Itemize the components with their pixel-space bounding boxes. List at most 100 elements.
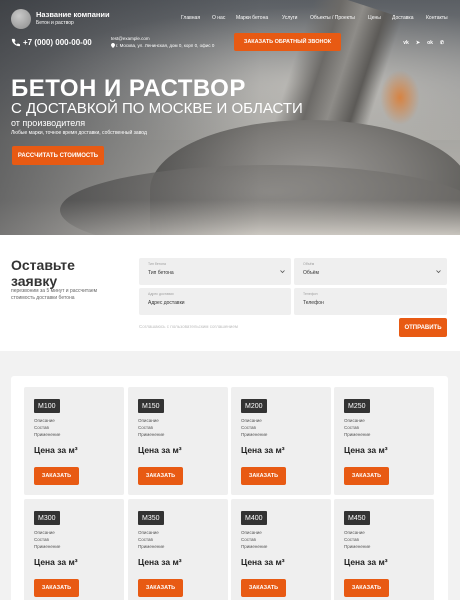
volume-select[interactable]: Объём Объём (294, 258, 447, 285)
phone-icon (11, 38, 20, 47)
card-application: Применение (34, 432, 61, 437)
card-composition: Состав (344, 537, 359, 542)
concrete-type-value: Тип бетона (148, 270, 174, 276)
card-price: Цена за м³ (138, 445, 182, 455)
card-composition: Состав (138, 537, 153, 542)
grade-badge: M150 (138, 399, 164, 413)
callback-button[interactable]: ЗАКАЗАТЬ ОБРАТНЫЙ ЗВОНОК (234, 33, 341, 51)
card-price: Цена за м³ (241, 557, 285, 567)
nav-about[interactable]: О нас (212, 15, 225, 21)
delivery-address-field[interactable]: Адрес доставки Адрес доставки (139, 288, 291, 315)
nav-prices[interactable]: Цены (368, 15, 381, 21)
product-card: M100 Описание Состав Применение Цена за … (24, 387, 124, 495)
nav-contacts[interactable]: Контакты (426, 15, 448, 21)
order-button[interactable]: ЗАКАЗАТЬ (34, 579, 79, 597)
card-description: Описание (34, 530, 55, 535)
concrete-type-select[interactable]: Тип бетона Тип бетона (139, 258, 291, 285)
card-composition: Состав (34, 425, 49, 430)
card-price: Цена за м³ (34, 445, 78, 455)
card-application: Применение (344, 544, 371, 549)
product-card: M150 Описание Состав Применение Цена за … (128, 387, 228, 495)
card-composition: Состав (34, 537, 49, 542)
card-description: Описание (344, 418, 365, 423)
order-button[interactable]: ЗАКАЗАТЬ (241, 579, 286, 597)
delivery-address-label: Адрес доставки (148, 292, 174, 296)
card-description: Описание (241, 530, 262, 535)
volume-label: Объём (303, 262, 315, 266)
request-form-section: Оставьте заявку перезвоним за 5 минут и … (0, 235, 460, 351)
location-pin-icon (111, 43, 115, 48)
hero-features-line: Любые марки, точное время доставки, собс… (11, 130, 147, 136)
order-button[interactable]: ЗАКАЗАТЬ (241, 467, 286, 485)
delivery-address-value: Адрес доставки (148, 300, 185, 306)
company-tagline: Бетон и раствор (36, 20, 74, 26)
card-application: Применение (34, 544, 61, 549)
form-description: перезвоним за 5 минут и рассчитаем стоим… (11, 288, 98, 301)
telegram-icon[interactable]: ➤ (414, 39, 422, 46)
submit-button[interactable]: ОТПРАВИТЬ (399, 318, 447, 337)
office-address: г. Москва, ул. Ленинская, дом 0, корп 0,… (116, 43, 215, 48)
company-logo[interactable] (11, 9, 31, 29)
order-button[interactable]: ЗАКАЗАТЬ (138, 579, 183, 597)
card-price: Цена за м³ (241, 445, 285, 455)
order-button[interactable]: ЗАКАЗАТЬ (138, 467, 183, 485)
card-composition: Состав (241, 425, 256, 430)
card-description: Описание (138, 530, 159, 535)
grade-badge: M400 (241, 511, 267, 525)
email-link[interactable]: test@example.com (111, 36, 150, 41)
hero-subtitle: С ДОСТАВКОЙ ПО МОСКВЕ И ОБЛАСТИ (11, 100, 303, 117)
grade-badge: M100 (34, 399, 60, 413)
form-title: Оставьте заявку (11, 257, 75, 289)
product-card: M400 Описание Состав Применение Цена за … (231, 499, 331, 600)
whatsapp-icon[interactable]: ✆ (438, 39, 446, 46)
card-application: Применение (138, 544, 165, 549)
consent-link[interactable]: Соглашаюсь с пользовательским соглашение… (139, 324, 238, 329)
grade-badge: M300 (34, 511, 60, 525)
chevron-down-icon (436, 270, 441, 274)
card-composition: Состав (344, 425, 359, 430)
product-card: M350 Описание Состав Применение Цена за … (128, 499, 228, 600)
card-description: Описание (344, 530, 365, 535)
card-price: Цена за м³ (344, 557, 388, 567)
grade-badge: M350 (138, 511, 164, 525)
card-application: Применение (344, 432, 371, 437)
phone-field[interactable]: Телефон Телефон (294, 288, 447, 315)
nav-delivery[interactable]: Доставка (392, 15, 413, 21)
nav-home[interactable]: Главная (181, 15, 200, 21)
product-card: M300 Описание Состав Применение Цена за … (24, 499, 124, 600)
card-price: Цена за м³ (344, 445, 388, 455)
card-price: Цена за м³ (34, 557, 78, 567)
nav-services[interactable]: Услуги (282, 15, 297, 21)
card-description: Описание (138, 418, 159, 423)
card-price: Цена за м³ (138, 557, 182, 567)
grade-badge: M250 (344, 399, 370, 413)
card-description: Описание (34, 418, 55, 423)
order-button[interactable]: ЗАКАЗАТЬ (34, 467, 79, 485)
card-composition: Состав (241, 537, 256, 542)
card-application: Применение (241, 432, 268, 437)
odnoklassniki-icon[interactable]: ok (426, 39, 434, 46)
order-button[interactable]: ЗАКАЗАТЬ (344, 467, 389, 485)
concrete-type-label: Тип бетона (148, 262, 166, 266)
product-card: M450 Описание Состав Применение Цена за … (334, 499, 434, 600)
card-application: Применение (241, 544, 268, 549)
hero-title: БЕТОН И РАСТВОР (11, 75, 246, 102)
grade-badge: M450 (344, 511, 370, 525)
card-description: Описание (241, 418, 262, 423)
phone-label: Телефон (303, 292, 318, 296)
grade-badge: M200 (241, 399, 267, 413)
product-card: M250 Описание Состав Применение Цена за … (334, 387, 434, 495)
calculate-cost-button[interactable]: РАССЧИТАТЬ СТОИМОСТЬ (12, 146, 104, 165)
company-name: Название компании (36, 10, 110, 19)
card-application: Применение (138, 432, 165, 437)
worker-figure-image (380, 70, 420, 125)
chevron-down-icon (280, 270, 285, 274)
nav-concrete-grades[interactable]: Марки бетона (236, 15, 268, 21)
product-card: M200 Описание Состав Применение Цена за … (231, 387, 331, 495)
phone-link[interactable]: +7 (000) 000-00-00 (23, 38, 92, 47)
vk-icon[interactable]: vk (402, 39, 410, 46)
nav-projects[interactable]: Объекты / Проекты (310, 15, 355, 21)
volume-value: Объём (303, 270, 319, 276)
order-button[interactable]: ЗАКАЗАТЬ (344, 579, 389, 597)
card-composition: Состав (138, 425, 153, 430)
